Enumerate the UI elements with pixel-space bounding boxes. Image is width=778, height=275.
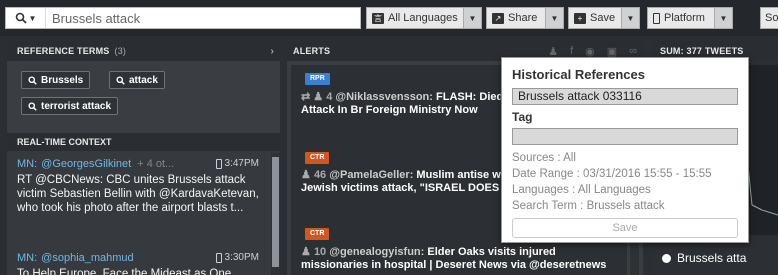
summary-title: SUM: 377 TWEETS — [660, 46, 744, 56]
search-input[interactable]: Brussels attack — [46, 11, 140, 26]
search-menu-button[interactable]: ▼ — [6, 8, 46, 28]
reference-terms-list: Brussels attack terrorist attack — [7, 61, 280, 133]
alert-item[interactable]: ♟ 10 @genealogyisfun: Elder Oaks visits … — [301, 246, 621, 272]
scrollbar-thumb[interactable] — [272, 157, 279, 267]
legend-item[interactable]: Brussels atta — [662, 251, 746, 265]
languages-text: Languages : All Languages — [512, 184, 651, 196]
term-label: terrorist attack — [41, 100, 112, 112]
platform-dropdown[interactable]: Platform ▼ — [647, 7, 733, 29]
realtime-context-header: REAL-TIME CONTEXT — [7, 133, 280, 151]
retweet-count: 4 — [326, 91, 333, 103]
chevron-down-icon[interactable]: ▼ — [714, 8, 732, 28]
left-panel: REFERENCE TERMS (3) › Brussels attack te… — [7, 41, 280, 275]
alert-badge: CTR — [305, 228, 330, 240]
search-icon — [116, 75, 125, 85]
reference-name-field[interactable]: Brussels attack 033116 — [512, 88, 738, 105]
historical-references-popup: Historical References Brussels attack 03… — [501, 57, 749, 243]
tweet-text: To Help Europe, Face the Mideast as One — [17, 268, 232, 275]
chevron-down-icon[interactable]: ▼ — [621, 8, 639, 28]
share-button[interactable]: ↗ Share ▼ — [486, 7, 564, 29]
retweet-icon: ♟ — [301, 246, 311, 258]
add-icon: + — [574, 12, 586, 24]
chevron-right-icon[interactable]: › — [270, 46, 274, 57]
sort-button[interactable]: So — [760, 7, 778, 29]
languages-label: All Languages — [388, 12, 458, 24]
save-label: Save — [590, 12, 616, 24]
term-label: Brussels — [41, 74, 84, 86]
timestamp: 3:47PM — [224, 158, 259, 169]
platform-label: Platform — [664, 12, 705, 24]
username-link[interactable]: @genealogyisfun: — [329, 246, 424, 258]
term-pill[interactable]: terrorist attack — [21, 97, 119, 115]
reference-terms-title: REFERENCE TERMS — [17, 46, 110, 56]
chevron-down-icon[interactable]: ▼ — [463, 8, 481, 28]
language-icon: 言 — [372, 12, 384, 24]
username-link[interactable]: @GeorgesGilkinet — [41, 157, 131, 171]
top-toolbar: ▼ Brussels attack 言 All Languages ▼ ↗ Sh… — [0, 0, 778, 36]
alerts-title: ALERTS — [293, 46, 331, 56]
timestamp: 3:30PM — [224, 252, 259, 263]
retweet-icon: ♟ — [301, 169, 311, 181]
username-link[interactable]: @Niklassvensson: — [335, 91, 433, 103]
list-item[interactable]: MN: @GeorgesGilkinet + 4 ot... 3:47PM RT… — [7, 157, 267, 215]
source-label: MN: — [17, 158, 38, 170]
phone-icon — [215, 159, 222, 169]
sources-text: Sources : All — [512, 152, 576, 164]
share-icon: ↗ — [492, 12, 504, 24]
list-item[interactable]: MN: @sophia_mahmud 3:30PM To Help Europe… — [7, 251, 267, 275]
date-range-text: Date Range : 03/31/2016 15:55 - 15:55 — [512, 168, 712, 180]
legend-label: Brussels atta — [677, 251, 747, 265]
term-pill[interactable]: Brussels — [21, 71, 91, 89]
retweet-count: 46 — [313, 169, 327, 181]
search-icon — [28, 101, 37, 111]
search-icon — [28, 75, 37, 85]
username-link[interactable]: @sophia_mahmud — [41, 251, 134, 265]
popup-save-button[interactable]: Save — [512, 218, 738, 238]
share-label: Share — [508, 12, 538, 24]
username-link[interactable]: @PamelaGeller: — [329, 169, 413, 181]
tag-field[interactable] — [512, 128, 738, 145]
source-label: MN: — [17, 252, 38, 264]
save-button[interactable]: + Save ▼ — [568, 7, 640, 29]
scrollbar[interactable] — [271, 153, 280, 275]
alert-badge: RPR — [305, 73, 330, 85]
phone-icon — [653, 12, 660, 24]
search-term-text: Search Term : Brussels attack — [512, 200, 665, 212]
alert-badge: CTR — [305, 152, 330, 164]
term-label: attack — [129, 74, 158, 86]
popup-title: Historical References — [512, 67, 645, 82]
reference-terms-count: (3) — [114, 46, 127, 56]
term-pill[interactable]: attack — [109, 71, 165, 89]
languages-dropdown[interactable]: 言 All Languages ▼ — [366, 7, 482, 29]
tweet-text: RT @CBCNews: CBC unites Brussels attack … — [17, 174, 259, 214]
sort-label: So — [765, 12, 778, 24]
retweet-count: 10 — [313, 246, 327, 258]
chevron-down-icon: ▼ — [28, 13, 37, 23]
search-box[interactable]: ▼ Brussels attack — [5, 7, 361, 29]
chevron-down-icon[interactable]: ▼ — [545, 8, 563, 28]
search-icon — [15, 12, 27, 24]
extra-count: + 4 ot... — [137, 158, 175, 170]
phone-icon — [215, 253, 222, 263]
realtime-context-title: REAL-TIME CONTEXT — [17, 137, 112, 147]
retweet-icon: ⇄ ♟ — [301, 91, 324, 103]
tag-label: Tag — [512, 110, 533, 124]
reference-terms-header: REFERENCE TERMS (3) › — [7, 41, 280, 61]
legend-dot-icon — [662, 253, 671, 263]
